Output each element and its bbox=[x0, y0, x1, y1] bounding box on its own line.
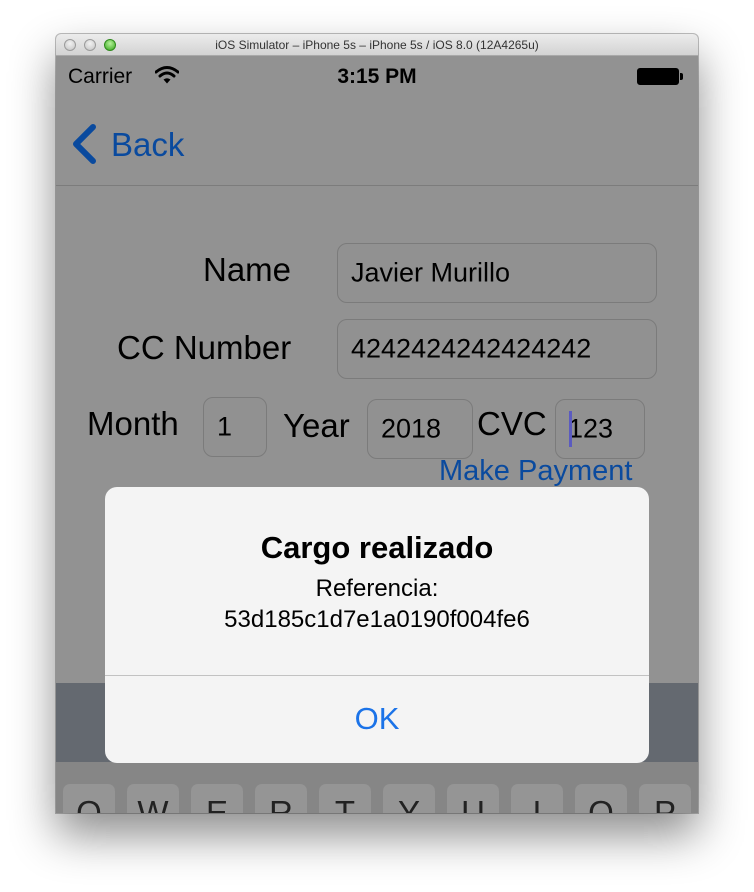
key-y[interactable]: Y bbox=[383, 784, 435, 813]
cvc-value-text: 123 bbox=[568, 413, 614, 444]
cc-number-field-value: 4242424242424242 bbox=[351, 333, 592, 364]
alert-ok-button[interactable]: OK bbox=[105, 676, 649, 763]
status-bar: Carrier 3:15 PM bbox=[56, 56, 698, 96]
window-title: iOS Simulator – iPhone 5s – iPhone 5s / … bbox=[215, 38, 539, 52]
chevron-left-icon bbox=[73, 124, 96, 164]
cvc-label: CVC bbox=[477, 405, 547, 442]
battery-tip bbox=[680, 73, 683, 80]
navigation-bar: Back bbox=[56, 96, 698, 186]
year-field[interactable]: 2018 bbox=[367, 399, 473, 459]
month-label: Month bbox=[87, 405, 179, 442]
name-field[interactable]: Javier Murillo bbox=[337, 243, 657, 303]
key-q[interactable]: Q bbox=[63, 784, 115, 813]
key-t[interactable]: T bbox=[319, 784, 371, 813]
year-label: Year bbox=[283, 407, 350, 444]
key-p[interactable]: P bbox=[639, 784, 691, 813]
cc-number-label: CC Number bbox=[117, 329, 292, 366]
key-o[interactable]: O bbox=[575, 784, 627, 813]
name-field-value: Javier Murillo bbox=[351, 257, 511, 288]
key-i[interactable]: I bbox=[511, 784, 563, 813]
alert-message-line-1: Referencia: bbox=[315, 575, 439, 602]
alert-dialog: Cargo realizado Referencia: 53d185c1d7e1… bbox=[105, 487, 649, 763]
status-time: 3:15 PM bbox=[337, 65, 417, 88]
alert-title: Cargo realizado bbox=[260, 530, 494, 565]
back-button-label: Back bbox=[111, 126, 185, 163]
year-field-value: 2018 bbox=[381, 413, 442, 444]
key-w[interactable]: W bbox=[127, 784, 179, 813]
cvc-field[interactable]: 123 bbox=[555, 399, 645, 459]
keyboard-top-row: QWERTYUIOP bbox=[63, 784, 698, 813]
alert-message: Referencia: 53d185c1d7e1a0190f004fe6 bbox=[105, 573, 649, 635]
month-field-value: 1 bbox=[217, 411, 233, 442]
name-label: Name bbox=[203, 251, 292, 288]
key-u[interactable]: U bbox=[447, 784, 499, 813]
key-e[interactable]: E bbox=[191, 784, 243, 813]
make-payment-button[interactable]: Make Payment bbox=[439, 455, 632, 488]
text-cursor bbox=[569, 411, 572, 447]
key-r[interactable]: R bbox=[255, 784, 307, 813]
alert-message-line-2: 53d185c1d7e1a0190f004fe6 bbox=[224, 606, 530, 633]
month-field[interactable]: 1 bbox=[203, 397, 267, 457]
iphone-screen: Carrier 3:15 PM Back Name Javier Murillo… bbox=[56, 56, 698, 813]
simulator-window: iOS Simulator – iPhone 5s – iPhone 5s / … bbox=[56, 34, 698, 813]
window-titlebar[interactable]: iOS Simulator – iPhone 5s – iPhone 5s / … bbox=[56, 34, 698, 56]
battery-icon bbox=[637, 68, 679, 85]
cc-number-field[interactable]: 4242424242424242 bbox=[337, 319, 657, 379]
